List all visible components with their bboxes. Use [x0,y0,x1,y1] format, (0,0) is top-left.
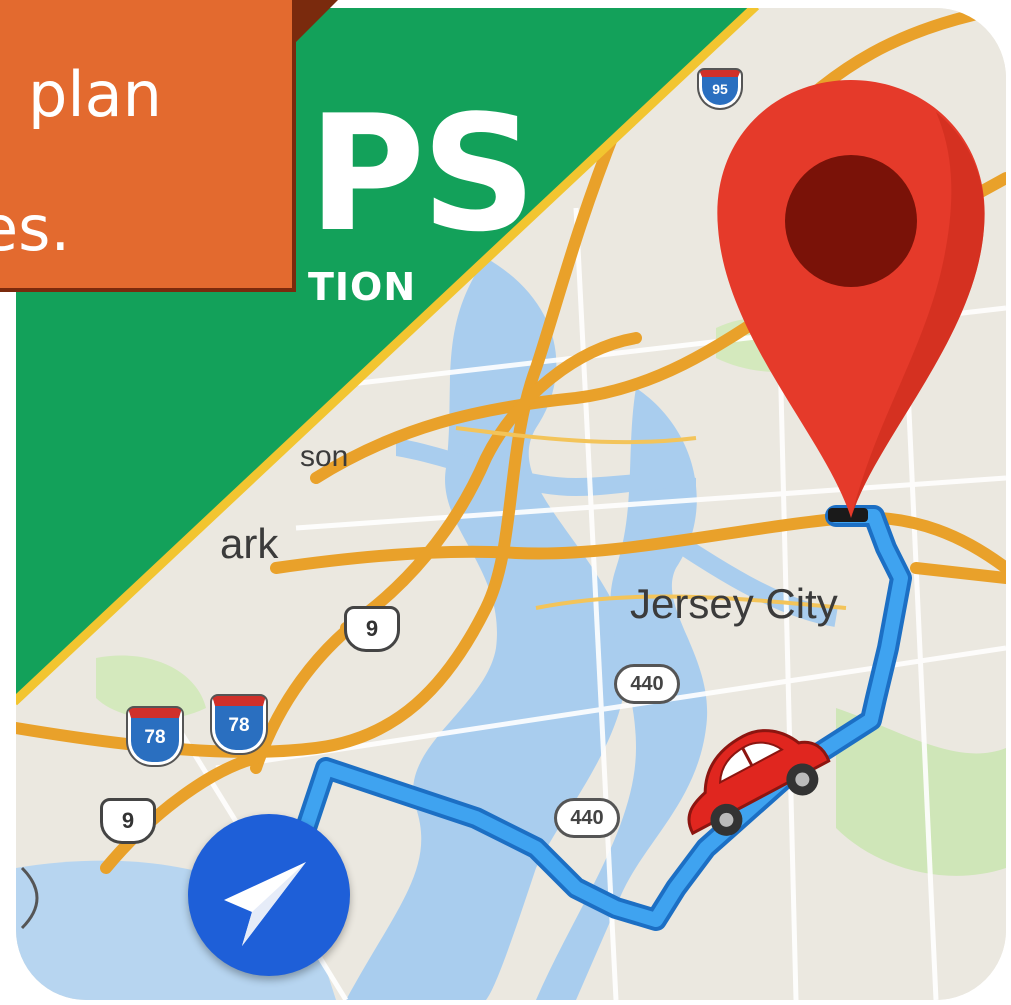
map-edge-marker [20,866,39,930]
navigation-button[interactable] [188,814,350,976]
interstate-78-shield-left: 78 [128,708,182,765]
us-route-9-shield-upper: 9 [344,606,400,652]
route-440-shield-upper: 440 [614,664,680,704]
brand-subtitle: TION [308,265,417,309]
map-label-area: son [300,440,349,473]
banner-corner-fold [292,0,368,46]
brand-letters: PS [308,80,536,267]
interstate-78-shield-right: 78 [212,696,266,753]
banner-line-2: es. [0,192,71,265]
destination-pin-icon [717,80,985,518]
map-label-city-left: ark [220,520,279,567]
us-route-9-shield-lower: 9 [100,798,156,844]
route-440-shield-lower: 440 [554,798,620,838]
banner-line-1: plan [28,58,162,131]
navigation-arrow-icon [224,862,306,946]
map-label-jersey-city: Jersey City [630,580,838,627]
car-icon [687,729,831,836]
